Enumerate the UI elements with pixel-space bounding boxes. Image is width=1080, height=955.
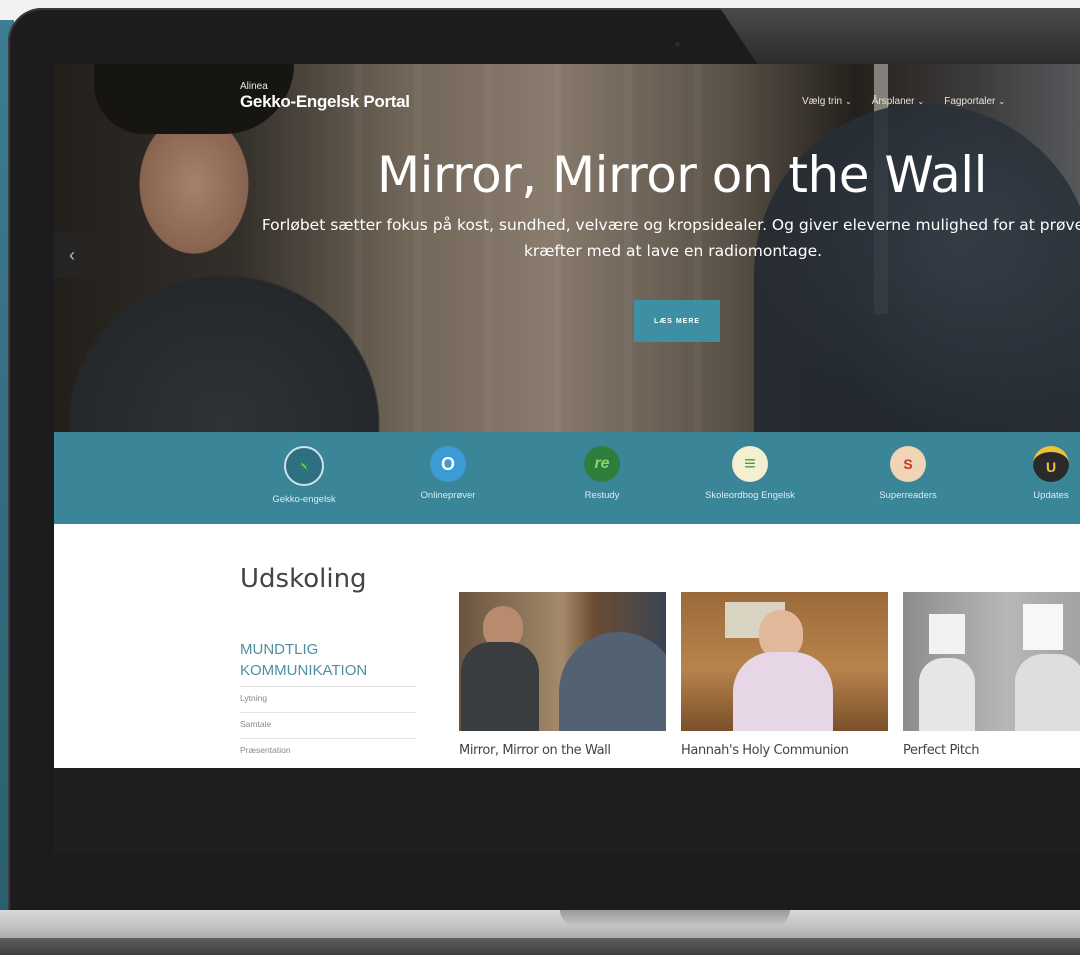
card-thumbnail bbox=[459, 592, 666, 731]
site-logo[interactable]: Alinea Gekko-Engelsk Portal bbox=[240, 82, 410, 112]
thumb-hoodie bbox=[461, 642, 539, 731]
thumb-dress bbox=[733, 652, 833, 731]
category-item[interactable]: Præsentation bbox=[240, 738, 416, 764]
thumb-figure bbox=[1015, 654, 1080, 731]
portal-updates[interactable]: U Updates bbox=[991, 446, 1080, 501]
thumb-paper-mask bbox=[929, 614, 965, 654]
portal-label: Restudy bbox=[584, 490, 620, 501]
nav-item-trin[interactable]: Vælg trin ⌄ bbox=[802, 96, 852, 107]
card-caption: Mirror, Mirror on the Wall bbox=[459, 743, 611, 758]
card-thumbnail bbox=[903, 592, 1080, 731]
category-item[interactable]: Samtale bbox=[240, 712, 416, 738]
nav-label: Fagportaler bbox=[944, 96, 996, 107]
thumb-paper-mask bbox=[1023, 604, 1063, 650]
chevron-left-icon[interactable]: ‹ bbox=[54, 232, 90, 278]
portal-superreaders[interactable]: S Superreaders bbox=[848, 446, 968, 501]
portal-gekko[interactable]: 🦎 Gekko-engelsk bbox=[244, 446, 364, 505]
category-list: Lytning Samtale Præsentation bbox=[240, 686, 416, 764]
category-title[interactable]: MUNDTLIG KOMMUNIKATION bbox=[240, 639, 420, 681]
hero-title: Mirror, Mirror on the Wall bbox=[376, 146, 988, 204]
portal-bar: 🦎 Gekko-engelsk O Onlineprøver re Restud… bbox=[54, 432, 1080, 524]
portal-label: Updates bbox=[1033, 490, 1069, 501]
thumb-figure bbox=[919, 658, 975, 731]
thumb-back-figure bbox=[559, 632, 666, 731]
course-card[interactable]: Perfect Pitch bbox=[903, 592, 1080, 758]
course-card[interactable]: Hannah's Holy Communion bbox=[681, 592, 888, 758]
screen-bottom-bezel bbox=[54, 768, 1080, 854]
nav-item-fagportaler[interactable]: Fagportaler ⌄ bbox=[944, 96, 1005, 107]
card-caption: Hannah's Holy Communion bbox=[681, 743, 849, 758]
nav-item-aarsplaner[interactable]: Årsplaner ⌄ bbox=[872, 96, 925, 107]
nav-label: Årsplaner bbox=[871, 96, 915, 107]
read-more-button[interactable]: LÆS MERE bbox=[634, 300, 720, 342]
card-caption: Perfect Pitch bbox=[903, 743, 980, 758]
nav-label: Vælg trin bbox=[802, 96, 843, 107]
hero-subtitle: Forløbet sætter fokus på kost, sundhed, … bbox=[261, 216, 1080, 260]
brand-publisher: Alinea bbox=[240, 81, 268, 92]
chevron-down-icon: ⌄ bbox=[917, 97, 925, 106]
portal-skoleordbog[interactable]: ≡ Skoleordbog Engelsk bbox=[690, 446, 810, 501]
restudy-icon: re bbox=[584, 446, 620, 482]
webcam-icon bbox=[675, 42, 680, 47]
chevron-down-icon: ⌄ bbox=[998, 97, 1006, 106]
portal-label: Skoleordbog Engelsk bbox=[705, 490, 795, 501]
card-thumbnail bbox=[681, 592, 888, 731]
portal-label: Superreaders bbox=[879, 490, 937, 501]
superreaders-icon: S bbox=[890, 446, 926, 482]
course-card[interactable]: Mirror, Mirror on the Wall bbox=[459, 592, 666, 758]
laptop-base-edge bbox=[0, 938, 1080, 955]
chevron-down-icon: ⌄ bbox=[845, 97, 852, 106]
brand-title: Gekko-Engelsk Portal bbox=[240, 92, 410, 111]
top-navigation: Vælg trin ⌄ Årsplaner ⌄ Fagportaler ⌄ bbox=[802, 96, 1005, 107]
lid-reflection bbox=[720, 8, 1080, 68]
onlineprover-icon: O bbox=[430, 446, 466, 482]
gekko-icon: 🦎 bbox=[284, 446, 324, 486]
laptop-screen: Alinea Gekko-Engelsk Portal Vælg trin ⌄ Å… bbox=[54, 64, 1080, 854]
dictionary-icon: ≡ bbox=[732, 446, 768, 482]
portal-restudy[interactable]: re Restudy bbox=[542, 446, 662, 501]
laptop-notch bbox=[560, 910, 790, 926]
portal-onlineprover[interactable]: O Onlineprøver bbox=[388, 446, 508, 501]
portal-label: Gekko-engelsk bbox=[272, 494, 336, 505]
updates-icon: U bbox=[1033, 446, 1069, 482]
category-item[interactable]: Lytning bbox=[240, 686, 416, 712]
portal-label: Onlineprøver bbox=[420, 490, 476, 501]
hero-banner: Alinea Gekko-Engelsk Portal Vælg trin ⌄ Å… bbox=[54, 64, 1080, 434]
section-title: Udskoling bbox=[240, 564, 367, 594]
